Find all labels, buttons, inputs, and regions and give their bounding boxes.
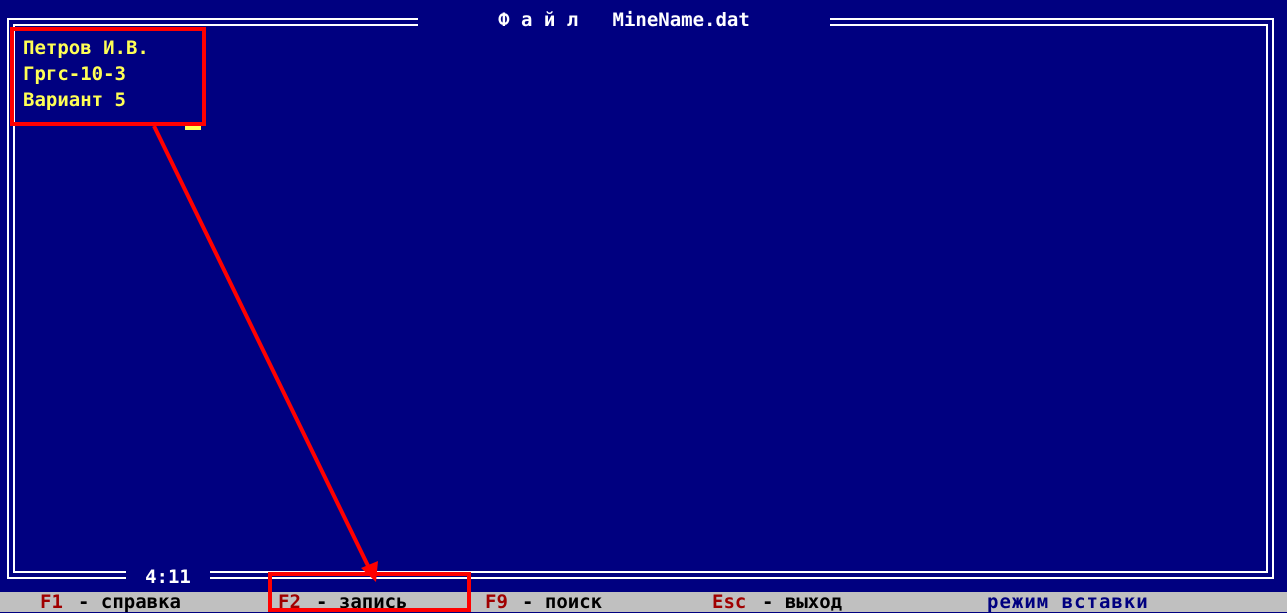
text-cursor [185,126,201,130]
esc-key-label[interactable]: Esc [712,592,746,612]
editor-line-1[interactable]: Петров И.В. [23,35,149,61]
window-frame-inner [13,24,1268,573]
f2-key-label[interactable]: F2 [278,592,301,612]
editor-line-3[interactable]: Вариант 5 [23,87,126,113]
f9-search-label[interactable]: - поиск [522,592,602,612]
f1-key-label[interactable]: F1 [40,592,63,612]
esc-exit-label[interactable]: - выход [762,592,842,612]
editor-line-2[interactable]: Гргс-10-3 [23,61,126,87]
editor-screen[interactable]: Ф а й л MineName.dat Петров И.В. Гргс-10… [0,0,1287,592]
insert-mode-indicator: режим вставки [987,591,1149,613]
status-bar: F1 - справка F2 - запись F9 - поиск Esc … [0,592,1287,612]
f9-key-label[interactable]: F9 [485,592,508,612]
f1-help-label[interactable]: - справка [78,592,181,612]
window-title: Ф а й л MineName.dat [418,8,830,32]
cursor-position-indicator: 4:11 [126,566,210,588]
f2-save-label[interactable]: - запись [316,592,408,612]
